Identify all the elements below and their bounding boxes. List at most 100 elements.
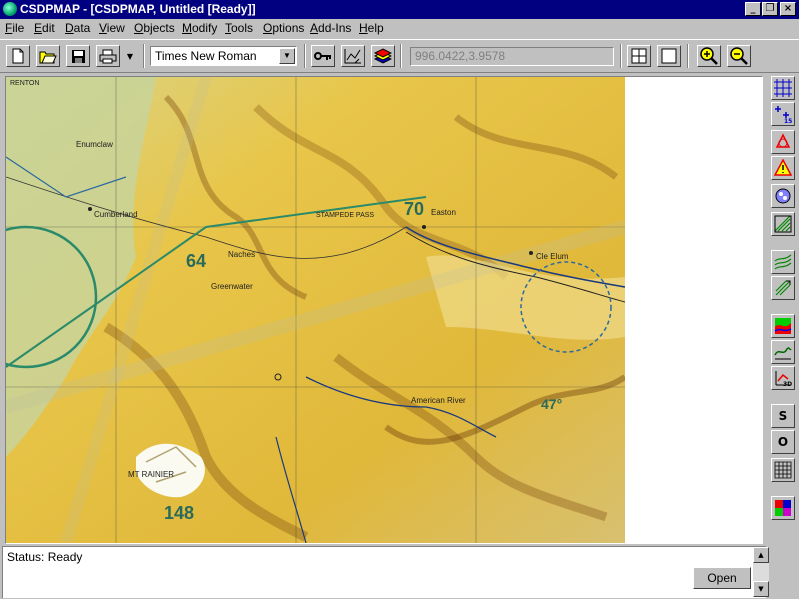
profile-button[interactable] <box>771 340 795 364</box>
menu-view[interactable]: View <box>99 21 125 35</box>
svg-text:153: 153 <box>784 118 792 123</box>
hatch-lines-icon <box>774 254 792 270</box>
letter-o-icon: O <box>777 435 789 449</box>
menu-data[interactable]: Data <box>65 21 90 35</box>
new-file-button[interactable] <box>6 45 30 67</box>
menu-view-label: iew <box>106 21 125 35</box>
plot-3d-button[interactable]: 3D <box>771 366 795 390</box>
save-button[interactable] <box>66 45 90 67</box>
cloud-icon <box>775 188 791 204</box>
single-window-button[interactable] <box>657 45 681 67</box>
svg-text:3D: 3D <box>783 381 792 387</box>
s-button[interactable]: S <box>771 404 795 428</box>
title-bar: CSDPMAP - [CSDPMAP, Untitled [Ready]] _ … <box>0 0 799 19</box>
tile-windows-button[interactable] <box>627 45 651 67</box>
menu-add-ins[interactable]: Add-Ins <box>310 21 351 35</box>
map-label-148: 148 <box>164 503 194 523</box>
menu-add-ins-label: dd-Ins <box>318 21 352 35</box>
polygon-icon <box>775 133 791 148</box>
zoom-out-button[interactable] <box>727 45 751 67</box>
zoom-out-icon <box>730 47 748 65</box>
floppy-disk-icon <box>71 49 85 63</box>
contour-lines-icon <box>774 215 792 233</box>
polygon-button[interactable] <box>771 130 795 154</box>
menu-help[interactable]: Help <box>359 21 384 35</box>
menu-help-accel: H <box>359 21 368 35</box>
coordinate-readout: 996.0422,3.9578 <box>410 47 614 66</box>
chevron-down-icon: ▼ <box>126 51 134 61</box>
graph-tool-button[interactable] <box>341 45 365 67</box>
menu-options-label: ptions <box>272 21 305 35</box>
globe-icon[interactable] <box>3 2 17 16</box>
menu-options-accel: O <box>263 21 273 35</box>
open-folder-icon <box>39 51 57 63</box>
toolbar-separator <box>620 44 622 68</box>
color-palette-button[interactable] <box>771 496 795 520</box>
print-dropdown-arrow[interactable]: ▼ <box>123 45 137 67</box>
surface-button[interactable] <box>771 314 795 338</box>
window-icon <box>661 48 677 64</box>
print-button[interactable] <box>96 45 120 67</box>
zoom-in-icon <box>700 47 718 65</box>
menu-modify[interactable]: Modify <box>182 21 217 35</box>
map-view[interactable]: 64 70 148 47° Cumberland Greenwater Amer… <box>5 76 763 544</box>
menu-objects-label: bjects <box>143 21 175 35</box>
layers-button[interactable] <box>371 45 395 67</box>
letter-s-icon: S <box>778 409 788 423</box>
menu-data-label: ata <box>73 21 91 35</box>
cloud-button[interactable] <box>771 184 795 208</box>
zoom-in-button[interactable] <box>697 45 721 67</box>
menu-view-accel: V <box>99 21 107 35</box>
hatch-button[interactable] <box>771 250 795 274</box>
open-button[interactable]: Open <box>693 567 751 589</box>
profile-line-icon <box>774 347 792 360</box>
add-points-button[interactable]: 153 <box>771 102 795 126</box>
close-button[interactable]: × <box>780 2 796 16</box>
o-button[interactable]: O <box>771 430 795 454</box>
menu-edit[interactable]: Edit <box>34 21 55 35</box>
map-label-mt-rainier: MT RAINIER <box>128 470 174 479</box>
scroll-up-arrow[interactable]: ▲ <box>753 547 769 563</box>
grid-points-button[interactable] <box>771 76 795 100</box>
town-marker <box>529 251 533 255</box>
open-file-button[interactable] <box>36 45 60 67</box>
new-file-icon <box>12 48 24 64</box>
contour-button[interactable] <box>771 212 795 236</box>
warning-button[interactable] <box>771 156 795 180</box>
key-button[interactable] <box>311 45 335 67</box>
main-toolbar: ▼ Times New Roman ▼ 996.0422,3.9578 <box>0 39 799 73</box>
key-icon <box>314 52 331 60</box>
map-label-stampede: STAMPEDE PASS <box>316 212 374 219</box>
font-family-value: Times New Roman <box>155 49 257 63</box>
status-text: Status: Ready <box>7 550 83 564</box>
scroll-down-arrow[interactable]: ▼ <box>753 581 769 597</box>
font-family-select[interactable]: Times New Roman ▼ <box>150 46 297 66</box>
menu-options[interactable]: Options <box>263 21 304 35</box>
map-label-american-river: American River <box>411 396 466 405</box>
map-label-greenwater: Greenwater <box>211 282 253 291</box>
table-grid-button[interactable] <box>771 458 795 482</box>
toolbar-separator <box>687 44 689 68</box>
minimize-button[interactable]: _ <box>745 2 761 16</box>
restore-button[interactable]: ❐ <box>762 2 778 16</box>
topographic-map[interactable]: 64 70 148 47° Cumberland Greenwater Amer… <box>6 77 625 543</box>
surface-map-icon <box>774 318 792 334</box>
status-scrollbar[interactable]: ▲ ▼ <box>753 547 769 597</box>
grid-points-icon <box>774 79 792 97</box>
map-label-easton: Easton <box>431 208 456 217</box>
vector-button[interactable] <box>771 276 795 300</box>
menu-file[interactable]: File <box>5 21 24 35</box>
menu-modify-accel: M <box>182 21 192 35</box>
menu-objects[interactable]: Objects <box>134 21 175 35</box>
graph-plot-icon <box>344 49 361 64</box>
menu-edit-accel: E <box>34 21 43 35</box>
menu-modify-label: odify <box>192 21 218 35</box>
toolbar-separator <box>400 44 402 68</box>
layers-icon <box>374 48 392 64</box>
printer-icon <box>99 49 117 63</box>
plus-points-icon: 153 <box>775 106 792 123</box>
chevron-down-icon[interactable]: ▼ <box>279 48 295 64</box>
map-label-naches: Naches <box>228 250 255 259</box>
menu-tools-label: ools <box>231 21 254 35</box>
menu-tools[interactable]: Tools <box>225 21 253 35</box>
